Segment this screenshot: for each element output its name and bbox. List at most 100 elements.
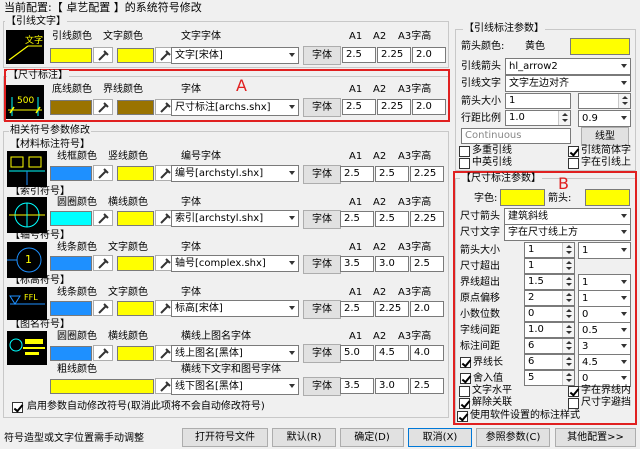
auto-modify-checkbox[interactable] <box>12 402 23 413</box>
leader-a2-input[interactable]: 2.25 <box>377 47 411 63</box>
drawname-c1-swatch[interactable] <box>50 346 92 361</box>
index-font-select[interactable]: 索引[archstyl.shx] <box>171 210 299 227</box>
leader-line-color-swatch[interactable] <box>50 48 92 63</box>
reference-params-button[interactable]: 参照参数(C) <box>476 428 550 447</box>
elevation-c1-swatch[interactable] <box>50 301 92 316</box>
axis-a1-input[interactable]: 3.5 <box>340 256 374 272</box>
drawname-upper-font-select[interactable]: 线上图名[黑体] <box>171 345 299 362</box>
default-button[interactable]: 默认(R) <box>272 428 336 447</box>
leader-a3-input[interactable]: 2.0 <box>412 47 446 63</box>
round-value-checkbox[interactable] <box>460 373 471 384</box>
color-picker-button[interactable] <box>93 47 113 63</box>
material-font-select[interactable]: 编号[archstyl.shx] <box>171 165 299 182</box>
axis-a3-input[interactable]: 2.5 <box>410 256 444 272</box>
dim-a1-input[interactable]: 2.5 <box>342 99 376 115</box>
dim-row-dim-spacing-v2[interactable]: 3 <box>578 338 631 355</box>
drawname-l2-input[interactable]: 3.0 <box>375 378 409 394</box>
leader-a1-input[interactable]: 2.5 <box>342 47 376 63</box>
linetype-button[interactable]: 线型 <box>581 127 629 146</box>
lead-text-select[interactable]: 文字左边对齐 <box>505 75 631 92</box>
text-horizontal-checkbox[interactable] <box>459 386 470 397</box>
color-picker-button[interactable] <box>93 99 113 115</box>
material-a1-input[interactable]: 2.5 <box>340 166 374 182</box>
chinese-leader-checkbox[interactable] <box>459 158 470 169</box>
color-picker-button[interactable] <box>93 300 113 316</box>
index-a1-input[interactable]: 2.5 <box>340 211 374 227</box>
dim-row-dim-spacing-v1[interactable]: 6 <box>524 338 575 354</box>
dim-row-text-gap-v1[interactable]: 1.0 <box>524 322 575 338</box>
elevation-a3-input[interactable]: 2.0 <box>410 301 444 317</box>
dim-row-bound-length-v2[interactable]: 4.5 <box>578 354 631 371</box>
simple-char-checkbox[interactable] <box>568 146 579 157</box>
leader-font-button[interactable]: 字体 <box>303 46 341 65</box>
size-avoid-checkbox[interactable] <box>568 398 579 409</box>
elevation-a2-input[interactable]: 2.25 <box>375 301 409 317</box>
index-c2-swatch[interactable] <box>117 211 154 226</box>
line-ratio-input[interactable]: 1.0 <box>505 110 571 126</box>
leader-arrow-size-spinner[interactable] <box>578 93 631 109</box>
color-picker-button[interactable] <box>93 255 113 271</box>
elevation-a1-input[interactable]: 2.5 <box>340 301 374 317</box>
axis-a2-input[interactable]: 3.0 <box>375 256 409 272</box>
unlink-checkbox[interactable] <box>459 398 470 409</box>
text-inside-checkbox[interactable] <box>568 386 579 397</box>
dim-text-select[interactable]: 字在尺寸线上方 <box>504 224 631 241</box>
dim-row-dim-extend-v1[interactable]: 1 <box>524 258 575 274</box>
dim-row-bound-length-v1[interactable]: 6 <box>524 354 575 370</box>
index-a2-input[interactable]: 2.5 <box>375 211 409 227</box>
elevation-font-select[interactable]: 标高[宋体] <box>171 300 299 317</box>
dim-row-text-gap-v2[interactable]: 0.5 <box>578 322 631 339</box>
dim-row-round-v1[interactable]: 5 <box>524 370 575 386</box>
material-a3-input[interactable]: 2.25 <box>410 166 444 182</box>
arrow-color-swatch[interactable] <box>570 38 630 55</box>
leader-font-select[interactable]: 文字[宋体] <box>171 47 299 64</box>
lead-arrow-select[interactable]: hl_arrow2 <box>505 58 631 75</box>
drawname-u3-input[interactable]: 4.0 <box>410 345 444 361</box>
material-font-button[interactable]: 字体 <box>303 165 341 184</box>
dim-font-select[interactable]: 尺寸标注[archs.shx] <box>171 99 299 116</box>
dim-bound-color-swatch[interactable] <box>117 100 154 115</box>
text-on-leader-checkbox[interactable] <box>568 158 579 169</box>
dim-row-origin-offset-v2[interactable]: 1 <box>578 290 631 307</box>
elevation-c2-swatch[interactable] <box>117 301 154 316</box>
axis-font-button[interactable]: 字体 <box>303 255 341 274</box>
dim-row-origin-offset-v1[interactable]: 2 <box>524 290 575 306</box>
bound-length-checkbox[interactable] <box>460 357 471 368</box>
other-config-button[interactable]: 其他配置>> <box>555 428 636 447</box>
axis-font-select[interactable]: 轴号[complex.shx] <box>171 255 299 272</box>
dim-arrow-color-swatch[interactable] <box>585 189 630 206</box>
drawname-c2-swatch[interactable] <box>117 346 154 361</box>
ok-button[interactable]: 确定(D) <box>340 428 404 447</box>
dim-arrow-select[interactable]: 建筑斜线 <box>504 208 631 225</box>
cancel-button[interactable]: 取消(X) <box>408 428 472 447</box>
drawname-u1-input[interactable]: 5.0 <box>340 345 374 361</box>
linetype-input[interactable]: Continuous <box>461 128 571 144</box>
use-software-style-checkbox[interactable] <box>457 411 468 422</box>
drawname-upper-font-button[interactable]: 字体 <box>303 344 341 363</box>
axis-c2-swatch[interactable] <box>117 256 154 271</box>
leader-arrow-size-input[interactable]: 1 <box>505 93 571 109</box>
multi-leader-checkbox[interactable] <box>459 146 470 157</box>
drawname-lower-font-button[interactable]: 字体 <box>303 377 341 396</box>
color-picker-button[interactable] <box>93 165 113 181</box>
index-font-button[interactable]: 字体 <box>303 210 341 229</box>
leader-text-color-swatch[interactable] <box>117 48 154 63</box>
dim-row-arrow-size-v1[interactable]: 1 <box>524 242 575 258</box>
line-ratio-select[interactable]: 0.9 <box>578 110 631 127</box>
axis-c1-swatch[interactable] <box>50 256 92 271</box>
color-picker-button[interactable] <box>93 210 113 226</box>
drawname-lower-font-select[interactable]: 线下图名[黑体] <box>171 378 299 395</box>
dim-text-color-swatch[interactable] <box>500 189 545 206</box>
dim-base-color-swatch[interactable] <box>50 100 92 115</box>
dim-row-decimals-v2[interactable]: 0 <box>578 306 631 323</box>
dim-row-arrow-size-v2[interactable]: 1 <box>578 242 631 259</box>
dim-font-button[interactable]: 字体 <box>303 98 341 117</box>
dim-a2-input[interactable]: 2.25 <box>377 99 411 115</box>
drawname-l3-input[interactable]: 2.5 <box>410 378 444 394</box>
elevation-font-button[interactable]: 字体 <box>303 300 341 319</box>
drawname-l1-input[interactable]: 3.5 <box>340 378 374 394</box>
dim-a3-input[interactable]: 2.0 <box>412 99 446 115</box>
open-symbol-file-button[interactable]: 打开符号文件 <box>182 428 268 447</box>
index-c1-swatch[interactable] <box>50 211 92 226</box>
color-picker-button[interactable] <box>93 345 113 361</box>
